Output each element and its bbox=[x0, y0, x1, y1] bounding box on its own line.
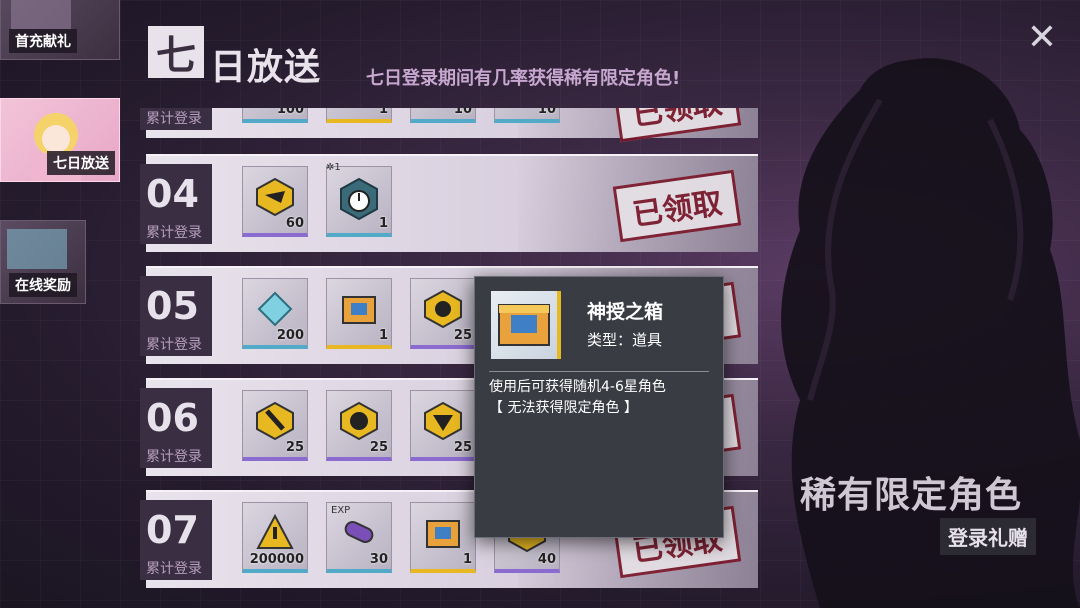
warning-coin-icon bbox=[256, 513, 294, 549]
item-count: 10 bbox=[537, 108, 556, 117]
item-count: 200000 bbox=[249, 552, 304, 567]
item-count: 1 bbox=[378, 328, 388, 343]
item-count: 1 bbox=[378, 108, 388, 117]
tooltip-desc-line: 【 无法获得限定角色 】 bbox=[489, 400, 638, 416]
day-sub-label: 累计登录 bbox=[146, 225, 202, 241]
tooltip-desc-line: 使用后可获得随机4-6星角色 bbox=[489, 379, 666, 395]
item-level-badge: ✲1 bbox=[326, 162, 341, 173]
item-count: 30 bbox=[369, 552, 388, 567]
day-number: 07 bbox=[146, 508, 199, 552]
promo-subtitle: 登录礼赠 bbox=[940, 518, 1036, 555]
side-tab-label: 七日放送 bbox=[47, 151, 115, 175]
emblem-icon bbox=[256, 401, 294, 441]
reward-item[interactable]: 1 bbox=[326, 166, 392, 237]
page-title: 日放送 bbox=[210, 47, 322, 88]
reward-item[interactable]: 25 bbox=[242, 390, 308, 461]
day-box: 06 累计登录 bbox=[140, 388, 212, 468]
item-count: 10 bbox=[453, 108, 472, 117]
day-box: 07 累计登录 bbox=[140, 500, 212, 580]
emblem-icon bbox=[424, 401, 462, 441]
day-sub-label: 累计登录 bbox=[146, 337, 202, 353]
promo-title: 稀有限定角色 bbox=[800, 475, 1023, 516]
day-number: 05 bbox=[146, 284, 199, 328]
reward-row-day-3: 累计登录 100 1 10 10 已领取 bbox=[140, 108, 758, 143]
tooltip-description: 使用后可获得随机4-6星角色 【 无法获得限定角色 】 bbox=[489, 377, 719, 419]
page-title-char: 七 bbox=[148, 26, 204, 79]
reward-item[interactable]: 10 bbox=[410, 108, 476, 123]
reward-item[interactable]: 25 bbox=[410, 390, 476, 461]
day-number: 06 bbox=[146, 396, 199, 440]
emblem-icon bbox=[256, 177, 294, 217]
side-tab-first-charge[interactable]: 首充献礼 bbox=[0, 0, 120, 60]
side-tab-label: 首充献礼 bbox=[9, 29, 77, 53]
item-tooltip: 神授之箱 类型：道具 使用后可获得随机4-6星角色 【 无法获得限定角色 】 bbox=[474, 276, 724, 538]
item-level-badge-text: 1 bbox=[334, 162, 341, 173]
day-box: 累计登录 bbox=[140, 108, 212, 130]
side-tab-label: 在线奖励 bbox=[9, 273, 77, 297]
item-count: 60 bbox=[285, 216, 304, 231]
reward-item[interactable]: 100 bbox=[242, 108, 308, 123]
day-box: 05 累计登录 bbox=[140, 276, 212, 356]
day-sub-label: 累计登录 bbox=[146, 561, 202, 577]
reward-item[interactable]: 60 bbox=[242, 166, 308, 237]
reward-item[interactable]: 10 bbox=[494, 108, 560, 123]
reward-item[interactable]: 1 bbox=[410, 502, 476, 573]
emblem-icon bbox=[340, 401, 378, 441]
reward-item[interactable]: EXP 30 bbox=[326, 502, 392, 573]
reward-row-day-4: 04 累计登录 60 1 ✲1 已领取 bbox=[140, 154, 758, 252]
item-count: 100 bbox=[276, 108, 304, 117]
crystal-icon bbox=[257, 291, 293, 327]
item-count: 200 bbox=[276, 328, 304, 343]
reward-item[interactable]: 25 bbox=[326, 390, 392, 461]
close-button[interactable]: ✕ bbox=[1024, 20, 1060, 56]
reward-item[interactable]: 200000 bbox=[242, 502, 308, 573]
item-count: 25 bbox=[453, 328, 472, 343]
emblem-icon bbox=[424, 289, 462, 329]
chest-icon bbox=[498, 304, 550, 346]
item-count: 25 bbox=[453, 440, 472, 455]
day-box: 04 累计登录 bbox=[140, 164, 212, 244]
side-tab-seven-day[interactable]: 七日放送 bbox=[0, 98, 120, 182]
reward-item[interactable]: 200 bbox=[242, 278, 308, 349]
page-subtitle: 七日登录期间有几率获得稀有限定角色! bbox=[366, 68, 681, 89]
day-sub-label: 累计登录 bbox=[146, 111, 202, 127]
item-count: 25 bbox=[285, 440, 304, 455]
item-count: 40 bbox=[537, 552, 556, 567]
exp-capsule-icon bbox=[344, 521, 374, 543]
tooltip-item-icon bbox=[491, 291, 561, 359]
reward-item[interactable]: 1 bbox=[326, 108, 392, 123]
tooltip-divider bbox=[489, 371, 709, 372]
day-number: 04 bbox=[146, 172, 199, 216]
item-count: 25 bbox=[369, 440, 388, 455]
item-count: 1 bbox=[378, 216, 388, 231]
side-tab-online-reward[interactable]: 在线奖励 bbox=[0, 220, 86, 304]
tooltip-item-type: 类型：道具 bbox=[587, 331, 663, 349]
reward-item[interactable]: 25 bbox=[410, 278, 476, 349]
chest-icon bbox=[342, 296, 376, 324]
tooltip-item-name: 神授之箱 bbox=[587, 301, 664, 323]
day-sub-label: 累计登录 bbox=[146, 449, 202, 465]
stopwatch-icon bbox=[340, 177, 378, 221]
item-count: 1 bbox=[462, 552, 472, 567]
chest-icon bbox=[426, 520, 460, 548]
reward-item[interactable]: 1 bbox=[326, 278, 392, 349]
